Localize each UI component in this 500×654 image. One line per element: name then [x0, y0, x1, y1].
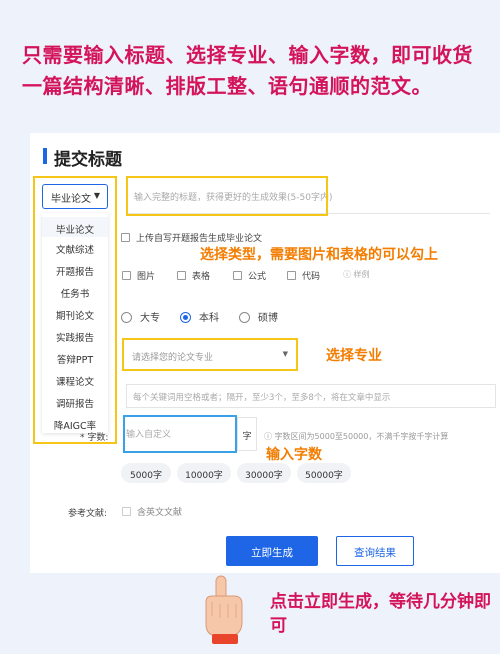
word-preset-chip[interactable]: 5000字 — [121, 463, 171, 483]
upload-proposal-option[interactable]: 上传自写开题报告生成毕业论文 — [121, 231, 262, 244]
element-option-code[interactable]: 代码 — [287, 269, 320, 282]
references-english-option[interactable]: 含英文文献 — [122, 505, 182, 518]
word-preset-chip[interactable]: 50000字 — [297, 463, 351, 483]
element-option-formula[interactable]: 公式 — [233, 269, 266, 282]
word-count-unit: 字 — [237, 417, 257, 451]
bottom-instruction: 点击立即生成，等待几分钟即可 — [270, 592, 491, 636]
checkbox[interactable] — [122, 507, 131, 516]
generate-button[interactable]: 立即生成 — [226, 536, 318, 566]
title-highlight-box — [126, 176, 328, 216]
page-title: 提交标题 — [54, 150, 122, 170]
checkbox[interactable] — [121, 233, 130, 242]
checkbox[interactable] — [287, 271, 296, 280]
pointing-hand-icon — [205, 575, 243, 644]
annotation-word-count: 输入字数 — [266, 447, 322, 463]
headline-text: 只需要输入标题、选择专业、输入字数，即可收货一篇结构清晰、排版工整、语句通顺的范… — [22, 43, 473, 98]
degree-option-bachelor[interactable]: 本科 — [180, 309, 219, 324]
word-count-label: * 字数: — [80, 433, 109, 443]
word-count-input[interactable]: 输入自定义 — [126, 427, 171, 440]
word-preset-chip[interactable]: 10000字 — [177, 463, 231, 483]
element-option-image[interactable]: 图片 — [122, 269, 155, 282]
annotation-major: 选择专业 — [326, 348, 382, 364]
annotation-type: 选择类型，需要图片和表格的可以勾上 — [200, 247, 438, 263]
element-option-table[interactable]: 表格 — [177, 269, 210, 282]
info-icon: ⓘ — [343, 270, 351, 279]
title-accent-bar — [43, 148, 47, 164]
word-count-hint: ⓘ 字数区间为5000至50000，不满千字按千字计算 — [264, 432, 449, 441]
query-results-button[interactable]: 查询结果 — [336, 536, 414, 566]
radio[interactable] — [121, 312, 132, 323]
radio[interactable] — [239, 312, 250, 323]
type-highlight-box — [33, 176, 117, 444]
word-preset-chip[interactable]: 30000字 — [237, 463, 291, 483]
references-label: 参考文献: — [68, 509, 108, 519]
checkbox[interactable] — [122, 271, 131, 280]
degree-option-master[interactable]: 硕博 — [239, 309, 278, 324]
info-icon: ⓘ — [264, 432, 272, 441]
radio-selected[interactable] — [180, 312, 191, 323]
keywords-input[interactable]: 每个关键词用空格或者；隔开，至少3个，至多8个，将在文章中显示 — [126, 384, 496, 408]
sample-link[interactable]: ⓘ 样例 — [343, 269, 370, 280]
degree-option-junior[interactable]: 大专 — [121, 309, 160, 324]
checkbox[interactable] — [177, 271, 186, 280]
checkbox[interactable] — [233, 271, 242, 280]
major-highlight-box — [122, 338, 298, 371]
